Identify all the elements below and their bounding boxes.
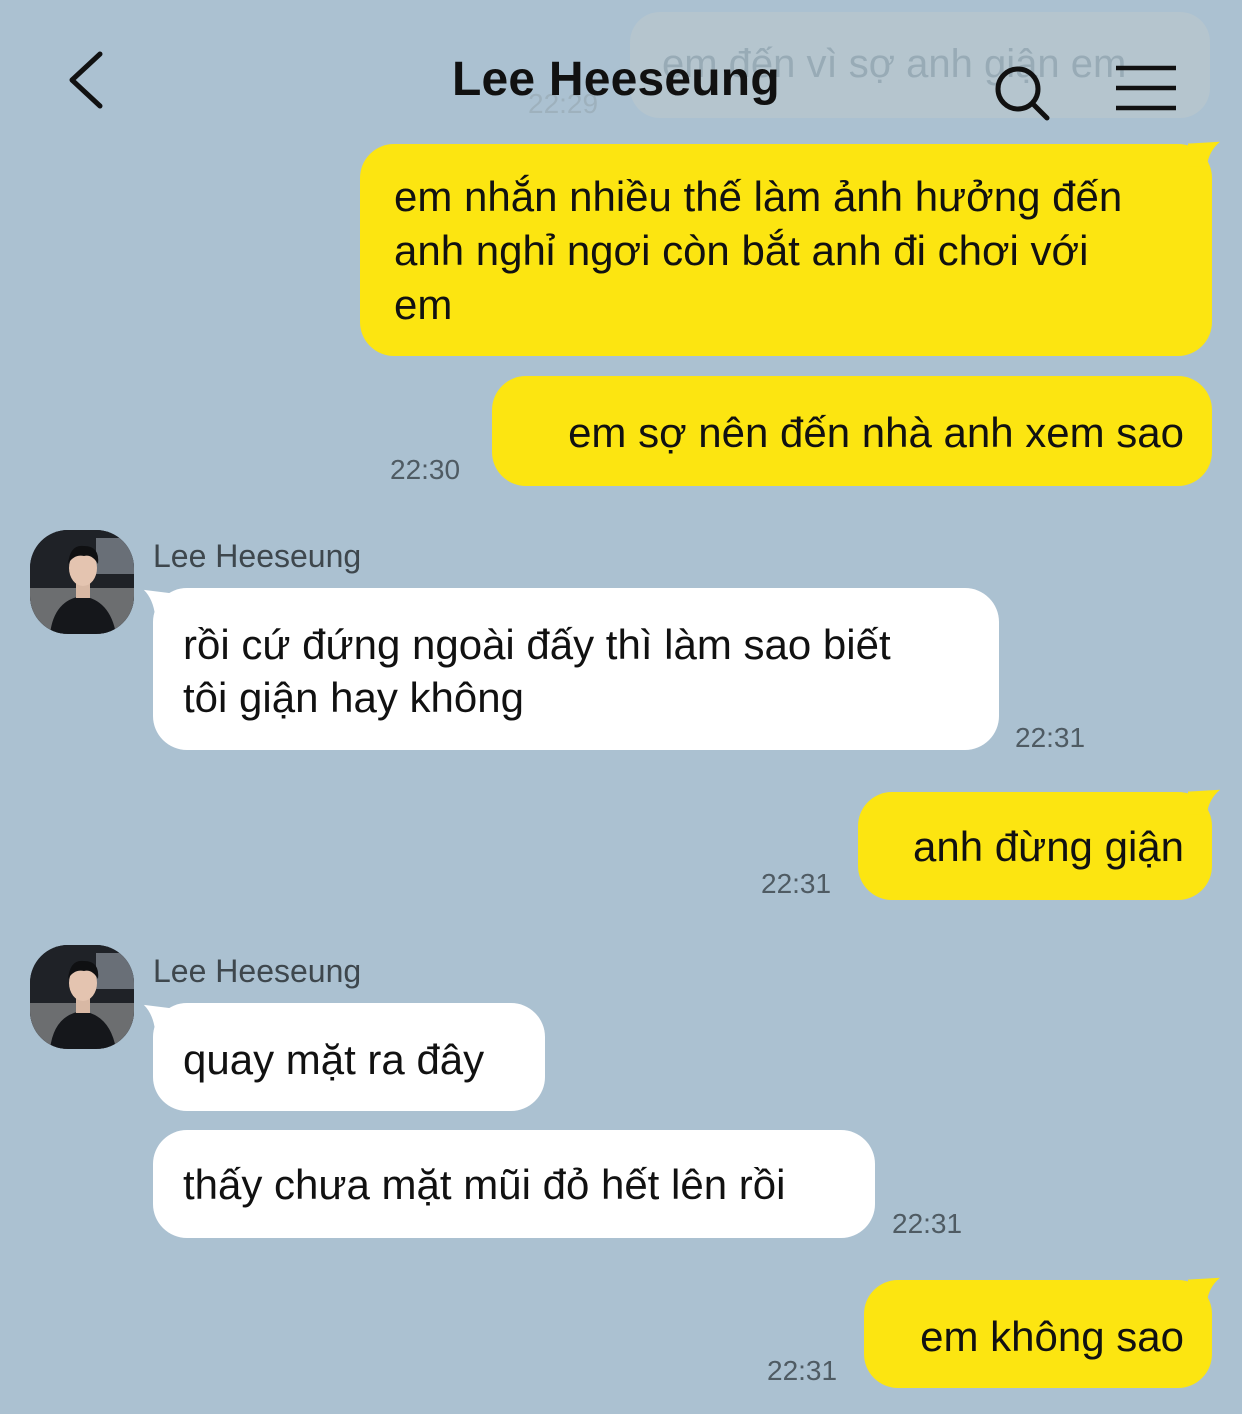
back-button[interactable]	[60, 46, 120, 116]
message-timestamp: 22:31	[767, 1355, 838, 1386]
search-icon	[995, 66, 1050, 121]
message-line: anh nghỉ ngơi còn bắt anh đi chơi với	[394, 227, 1089, 274]
message-bubble-sent[interactable]: anh đừng giận	[858, 792, 1212, 900]
message-line: em không sao	[920, 1313, 1184, 1360]
profile-photo	[30, 945, 134, 1049]
menu-button[interactable]	[1112, 62, 1180, 116]
message-timestamp: 22:31	[1015, 722, 1086, 753]
message-bubble-sent[interactable]: em không sao	[864, 1280, 1212, 1388]
sender-name: Lee Heeseung	[153, 538, 362, 574]
message-timestamp: 22:31	[761, 868, 832, 899]
chevron-left-icon	[69, 51, 103, 109]
message-bubble-received[interactable]: rồi cứ đứng ngoài đấy thì làm sao biết t…	[153, 588, 999, 750]
search-button[interactable]	[990, 60, 1056, 126]
message-line: rồi cứ đứng ngoài đấy thì làm sao biết	[183, 621, 891, 668]
chat-title: Lee Heeseung	[452, 53, 780, 106]
bubble-tail	[1188, 141, 1220, 167]
profile-photo	[30, 530, 134, 634]
message-timestamp: 22:31	[892, 1208, 963, 1239]
message-bubble-sent[interactable]: em sợ nên đến nhà anh xem sao	[492, 376, 1212, 486]
bubble-tail	[143, 589, 174, 617]
hamburger-menu-icon	[1116, 65, 1176, 111]
message-line: em sợ nên đến nhà anh xem sao	[568, 409, 1184, 456]
message-bubble-sent[interactable]: em nhắn nhiều thế làm ảnh hưởng đến anh …	[360, 144, 1212, 356]
avatar[interactable]	[30, 945, 134, 1049]
message-bubble-received[interactable]: quay mặt ra đây	[153, 1003, 545, 1111]
message-line: tôi giận hay không	[183, 674, 524, 721]
bubble-tail	[1188, 789, 1220, 815]
message-timestamp: 22:30	[390, 454, 461, 485]
sender-name: Lee Heeseung	[153, 953, 362, 989]
message-line: em nhắn nhiều thế làm ảnh hưởng đến	[394, 173, 1123, 220]
message-line: em	[394, 281, 453, 328]
avatar[interactable]	[30, 530, 134, 634]
message-line: thấy chưa mặt mũi đỏ hết lên rồi	[183, 1161, 786, 1208]
message-line: anh đừng giận	[912, 823, 1184, 870]
message-bubble-received[interactable]: thấy chưa mặt mũi đỏ hết lên rồi	[153, 1130, 875, 1238]
bubble-tail	[1188, 1277, 1220, 1303]
bubble-tail	[143, 1004, 174, 1032]
message-line: quay mặt ra đây	[183, 1036, 485, 1083]
